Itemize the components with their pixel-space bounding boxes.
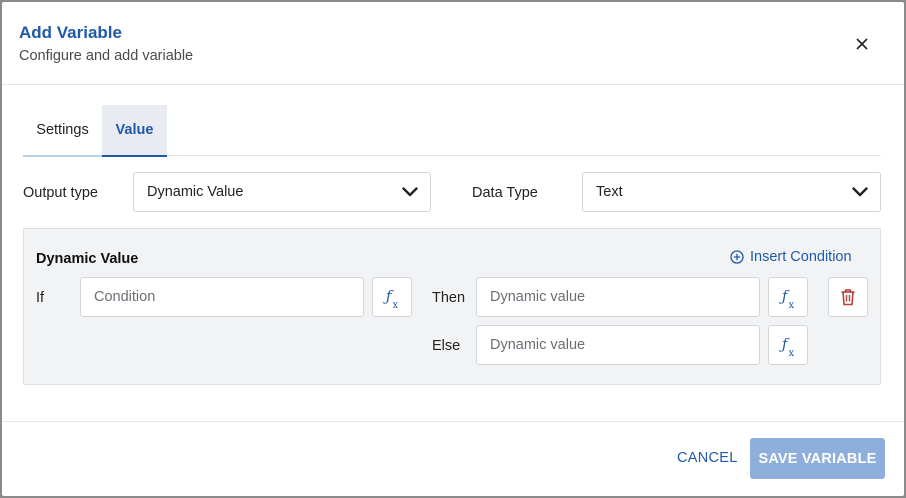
chevron-down-icon [852, 187, 868, 197]
if-label: If [36, 290, 45, 306]
save-variable-button[interactable]: SAVE VARIABLE [750, 438, 885, 479]
function-icon: ƒx [781, 286, 795, 311]
trash-icon [841, 289, 855, 306]
plus-circle-icon [730, 250, 744, 264]
tab-bar: Settings Value [23, 105, 881, 157]
function-icon: ƒx [781, 334, 795, 359]
output-type-value: Dynamic Value [147, 184, 244, 200]
dynamic-value-panel: Dynamic Value Insert Condition If Condit… [23, 228, 881, 385]
delete-condition-button[interactable] [828, 277, 868, 317]
tab-value[interactable]: Value [102, 105, 167, 157]
dialog-title: Add Variable [19, 23, 122, 42]
else-value-input[interactable]: Dynamic value [476, 325, 760, 365]
insert-condition-label: Insert Condition [750, 249, 852, 265]
close-button[interactable] [850, 32, 874, 56]
then-placeholder: Dynamic value [490, 289, 586, 305]
function-icon: ƒx [385, 286, 399, 311]
output-type-label: Output type [23, 185, 98, 201]
else-label: Else [432, 338, 461, 354]
tab-settings[interactable]: Settings [23, 105, 102, 157]
insert-condition-button[interactable]: Insert Condition [730, 249, 852, 265]
else-placeholder: Dynamic value [490, 337, 586, 353]
then-formula-button[interactable]: ƒx [768, 277, 808, 317]
dialog-header: Add Variable Configure and add variable [2, 2, 904, 85]
cancel-button[interactable]: CANCEL [677, 450, 738, 466]
data-type-select[interactable]: Text [582, 172, 881, 212]
condition-input[interactable]: Condition [80, 277, 364, 317]
dialog-subtitle: Configure and add variable [19, 48, 194, 64]
data-type-label: Data Type [472, 185, 538, 201]
condition-placeholder: Condition [94, 289, 156, 305]
else-formula-button[interactable]: ƒx [768, 325, 808, 365]
output-type-select[interactable]: Dynamic Value [133, 172, 431, 212]
close-icon [856, 38, 868, 50]
add-variable-dialog: Add Variable Configure and add variable … [2, 2, 904, 496]
chevron-down-icon [402, 187, 418, 197]
data-type-value: Text [596, 184, 623, 200]
panel-title: Dynamic Value [36, 251, 139, 267]
condition-formula-button[interactable]: ƒx [372, 277, 412, 317]
then-value-input[interactable]: Dynamic value [476, 277, 760, 317]
then-label: Then [432, 290, 466, 306]
